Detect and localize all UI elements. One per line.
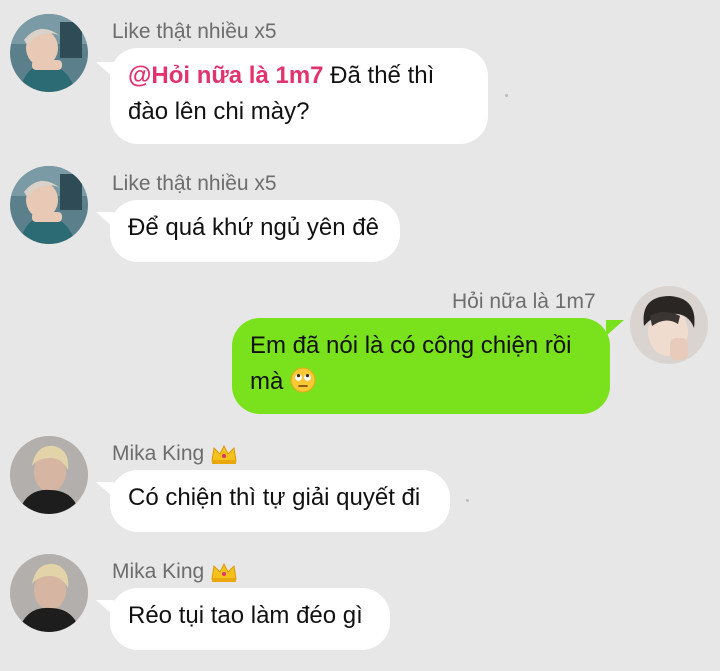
message-bubble[interactable]: Có chiện thì tự giải quyết đi [110,470,450,532]
mention-link[interactable]: @Hỏi nữa là 1m7 [128,62,324,89]
avatar-photo-gray-hair [10,14,88,92]
sender-name: Like thật nhiều x5 [112,172,277,196]
message-bubble[interactable]: Em đã nói là có công chiện rồi mà [232,318,610,414]
divider-dot [466,499,469,502]
message-text: Đã thế thì [323,62,435,89]
sender-name-label: Like thật nhiều x5 [112,172,277,195]
message-text-line2: mà [250,368,284,395]
crown-icon [211,562,237,582]
avatar-photo-blonde [10,554,88,632]
message-text: Réo tụi tao làm đéo gì [128,602,363,629]
eye-roll-emoji [290,367,316,393]
message-text: Có chiện thì tự giải quyết đi [128,484,421,511]
sender-name: Hỏi nữa là 1m7 [452,290,596,314]
sender-name-label: Hỏi nữa là 1m7 [452,290,596,313]
sender-name: Mika King [112,560,238,584]
message-text-line2: đào lên chi mày? [128,98,310,125]
avatar[interactable] [630,286,708,364]
message-text: Để quá khứ ngủ yên đê [128,214,379,241]
avatar-photo-gray-hair [10,166,88,244]
avatar[interactable] [10,14,88,92]
avatar[interactable] [10,436,88,514]
sender-name-label: Mika King [112,560,205,583]
sender-name-label: Mika King [112,442,205,465]
message-bubble[interactable]: Réo tụi tao làm đéo gì [110,588,390,650]
divider-dot [505,94,508,97]
message-bubble[interactable]: Để quá khứ ngủ yên đê [110,200,400,262]
avatar[interactable] [10,554,88,632]
chat-thread: Like thật nhiều x5 @Hỏi nữa là 1m7 Đã th… [0,0,720,671]
message-bubble[interactable]: @Hỏi nữa là 1m7 Đã thế thì đào lên chi m… [110,48,488,144]
sender-name-label: Like thật nhiều x5 [112,20,277,43]
avatar-photo-dark-hair [630,286,708,364]
sender-name: Like thật nhiều x5 [112,20,277,44]
bubble-tail [606,320,624,336]
crown-icon [211,444,237,464]
sender-name: Mika King [112,442,238,466]
avatar[interactable] [10,166,88,244]
message-text: Em đã nói là có công chiện rồi [250,332,572,359]
avatar-photo-blonde [10,436,88,514]
